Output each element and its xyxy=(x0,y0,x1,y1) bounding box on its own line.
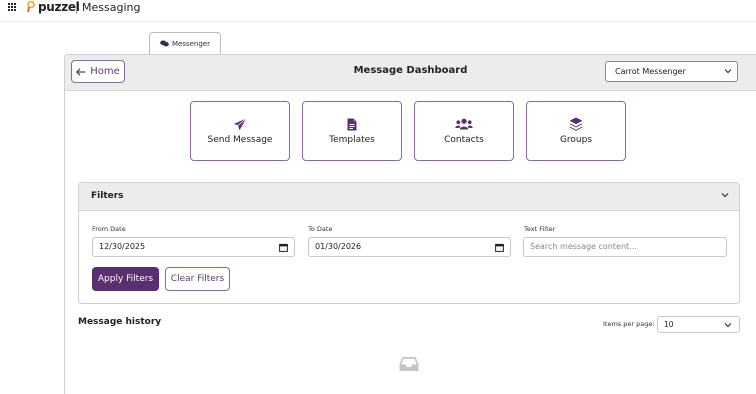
card-label: Templates xyxy=(329,135,375,145)
chevron-down-icon xyxy=(724,69,732,74)
top-bar: puzzel Messaging xyxy=(0,0,756,18)
filters-title: Filters xyxy=(91,191,124,201)
clear-filters-button[interactable]: Clear Filters xyxy=(165,267,230,291)
messenger-select-value: Carrot Messenger xyxy=(615,67,686,76)
filters-panel: Filters From Date 12/30/2025 To Date 01/… xyxy=(78,182,740,304)
brand-divider xyxy=(76,2,77,14)
text-filter-label: Text Filter xyxy=(524,225,556,233)
app-title: Messaging xyxy=(82,1,141,14)
chat-bubbles-icon xyxy=(160,40,169,47)
card-label: Groups xyxy=(559,135,593,145)
puzzel-logo-icon xyxy=(27,1,35,13)
text-filter-input[interactable]: Search message content... xyxy=(523,237,727,257)
calendar-icon[interactable] xyxy=(279,243,288,252)
text-filter-placeholder: Search message content... xyxy=(530,242,637,251)
card-label: Send Message xyxy=(207,135,273,145)
chevron-down-icon xyxy=(724,323,732,328)
items-per-page-select[interactable]: 10 xyxy=(657,316,740,333)
send-message-card[interactable]: Send Message xyxy=(190,101,290,161)
layers-icon xyxy=(569,117,583,131)
to-date-value: 01/30/2026 xyxy=(315,242,362,251)
templates-card[interactable]: Templates xyxy=(302,101,402,161)
message-history-title: Message history xyxy=(78,317,162,327)
from-date-label: From Date xyxy=(92,225,126,233)
to-date-label: To Date xyxy=(308,225,333,233)
card-label: Contacts xyxy=(444,135,484,145)
panel-header: Home Message Dashboard Carrot Messenger xyxy=(65,55,756,91)
messenger-select[interactable]: Carrot Messenger xyxy=(605,61,738,82)
inbox-icon xyxy=(399,357,419,371)
items-per-page-label: Items per page: xyxy=(603,320,655,328)
document-icon xyxy=(347,118,357,130)
contacts-card[interactable]: Contacts xyxy=(414,101,514,161)
filters-header[interactable]: Filters xyxy=(79,183,739,211)
chevron-down-icon[interactable] xyxy=(721,192,729,198)
top-divider xyxy=(0,21,756,22)
dashboard-panel: Home Message Dashboard Carrot Messenger … xyxy=(64,54,756,394)
calendar-icon[interactable] xyxy=(495,243,504,252)
paper-plane-icon xyxy=(233,117,247,130)
app-launcher-icon[interactable] xyxy=(8,3,17,12)
to-date-input[interactable]: 01/30/2026 xyxy=(308,237,511,257)
items-per-page-value: 10 xyxy=(664,320,674,329)
from-date-input[interactable]: 12/30/2025 xyxy=(92,237,295,257)
users-icon xyxy=(455,118,473,130)
tab-label: Messenger xyxy=(171,39,210,48)
brand-name: puzzel xyxy=(38,0,80,14)
apply-filters-button[interactable]: Apply Filters xyxy=(92,267,159,291)
tab-messenger[interactable]: Messenger xyxy=(149,32,221,54)
from-date-value: 12/30/2025 xyxy=(99,242,146,251)
groups-card[interactable]: Groups xyxy=(526,101,626,161)
